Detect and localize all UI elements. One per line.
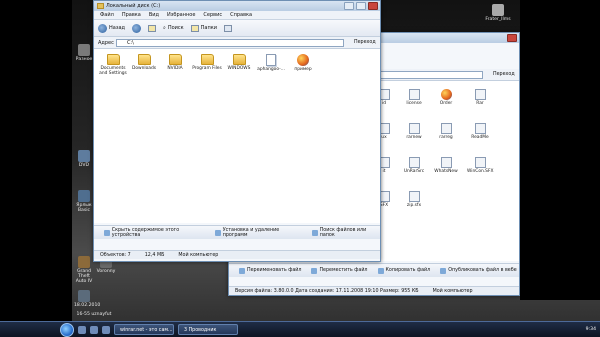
desktop-icon[interactable]: Разное bbox=[74, 44, 94, 62]
folder-icon bbox=[106, 54, 120, 65]
rename-icon bbox=[239, 267, 245, 274]
go-button[interactable]: Переход bbox=[346, 39, 378, 47]
menu-help[interactable]: Справка bbox=[230, 11, 252, 19]
file-item[interactable]: ReadMe bbox=[467, 123, 493, 140]
folder-item[interactable]: Downloads bbox=[129, 54, 159, 71]
task-publish[interactable]: Опубликовать файл в вебе bbox=[440, 267, 517, 274]
maximize-button[interactable] bbox=[356, 2, 366, 10]
file-tasks-bar: Переименовать файл Переместить файл Копи… bbox=[229, 263, 519, 277]
system-tasks-bar: Скрыть содержимое этого устройства Устан… bbox=[94, 225, 380, 239]
file-item[interactable]: rarnew bbox=[401, 123, 427, 140]
minimize-button[interactable] bbox=[344, 2, 354, 10]
hide-icon bbox=[104, 229, 110, 236]
folder-icon bbox=[200, 54, 214, 65]
folder-item[interactable]: Program Files bbox=[192, 54, 222, 71]
folders-icon bbox=[190, 24, 199, 32]
menu-bar: Файл Правка Вид Избранное Сервис Справка bbox=[94, 11, 380, 20]
left-black-bar bbox=[0, 0, 72, 337]
clock: 9:34 bbox=[585, 327, 596, 332]
file-item[interactable]: WinCon.SFX bbox=[467, 157, 494, 174]
quick-launch-icon[interactable] bbox=[78, 325, 86, 334]
menu-file[interactable]: Файл bbox=[100, 11, 114, 19]
folder-item[interactable]: Documents and Settings bbox=[98, 54, 128, 76]
quick-launch-icon[interactable] bbox=[90, 325, 98, 334]
close-button[interactable] bbox=[368, 2, 378, 10]
folder-up-icon bbox=[148, 24, 157, 32]
folder-icon bbox=[137, 54, 151, 65]
task-copy[interactable]: Копировать файл bbox=[377, 267, 430, 274]
file-icon bbox=[266, 54, 276, 66]
task-hide-contents[interactable]: Скрыть содержимое этого устройства bbox=[104, 228, 205, 238]
menu-tools[interactable]: Сервис bbox=[203, 11, 222, 19]
quick-launch-icon[interactable] bbox=[102, 325, 110, 334]
desktop-icon[interactable]: DVD bbox=[74, 150, 94, 168]
address-bar: Адрес C:\ Переход bbox=[94, 37, 380, 49]
file-item[interactable]: Rar bbox=[467, 89, 493, 106]
desktop-icon[interactable]: Ярлык Basic bbox=[74, 190, 94, 213]
menu-favorites[interactable]: Избранное bbox=[167, 11, 195, 19]
go-button[interactable]: Переход bbox=[485, 71, 517, 79]
file-item[interactable]: UnRarSrc bbox=[401, 157, 427, 174]
task-move[interactable]: Переместить файл bbox=[311, 267, 368, 274]
file-item[interactable]: WhatsNew bbox=[433, 157, 459, 174]
folder-icon bbox=[232, 54, 246, 65]
menu-edit[interactable]: Правка bbox=[122, 11, 141, 19]
status-bar: Объектов: 7 12,4 МБ Мой компьютер bbox=[94, 250, 380, 259]
folder-item[interactable]: WINDOWS bbox=[224, 54, 254, 71]
back-arrow-icon bbox=[98, 23, 107, 33]
task-rename[interactable]: Переименовать файл bbox=[239, 267, 301, 274]
desktop-icon[interactable]: 16-55 uznayfut bbox=[74, 312, 114, 317]
front-explorer-window[interactable]: Локальный диск (C:) Файл Правка Вид Избр… bbox=[93, 0, 381, 262]
file-item[interactable]: Order bbox=[433, 89, 459, 106]
folders-button[interactable]: Папки bbox=[190, 24, 217, 32]
task-search[interactable]: Поиск файлов или папок bbox=[311, 228, 380, 238]
file-view[interactable]: Documents and Settings Downloads NVIDIA … bbox=[94, 49, 380, 223]
forward-arrow-icon bbox=[132, 23, 142, 33]
task-add-remove[interactable]: Установка и удаление программ bbox=[214, 228, 302, 238]
views-button[interactable] bbox=[224, 24, 233, 32]
status-bar: Версия файла: 3.80.0.0 Дата создания: 17… bbox=[229, 286, 519, 295]
right-black-bar bbox=[520, 0, 600, 300]
taskbar-app[interactable]: winrar.net - это сам... bbox=[114, 324, 174, 335]
desktop-icon[interactable]: 18.02.2010 bbox=[74, 290, 100, 308]
file-item[interactable]: rarreg bbox=[433, 123, 459, 140]
firefox-icon bbox=[297, 54, 309, 66]
desktop-icon[interactable]: Grand Theft Auto IV bbox=[74, 256, 94, 284]
address-input[interactable]: C:\ bbox=[116, 39, 344, 47]
menu-view[interactable]: Вид bbox=[149, 11, 159, 19]
file-item[interactable]: aphangoo-... bbox=[256, 54, 286, 72]
search-icon: ⌕ bbox=[163, 25, 166, 31]
file-item[interactable]: пример bbox=[288, 54, 318, 72]
toolbar: Назад ⌕ Поиск Папки bbox=[94, 20, 380, 37]
start-button[interactable] bbox=[60, 322, 74, 337]
file-item[interactable]: license bbox=[401, 89, 427, 106]
taskbar: winrar.net - это сам... 3 Проводник 9:34 bbox=[0, 321, 600, 337]
taskbar-app[interactable]: 3 Проводник bbox=[178, 324, 238, 335]
file-item[interactable]: zip.sfx bbox=[401, 191, 427, 208]
back-button[interactable]: Назад bbox=[98, 23, 125, 33]
search-icon bbox=[311, 229, 318, 236]
desktop-icon[interactable]: Frater_Ilms bbox=[478, 4, 518, 22]
forward-button[interactable] bbox=[132, 23, 142, 33]
views-icon bbox=[224, 24, 233, 32]
folder-icon bbox=[97, 3, 104, 9]
up-button[interactable] bbox=[148, 24, 157, 32]
move-icon bbox=[311, 267, 318, 274]
copy-icon bbox=[377, 267, 384, 274]
folder-item[interactable]: NVIDIA bbox=[160, 54, 190, 71]
title-bar[interactable]: Локальный диск (C:) bbox=[94, 1, 380, 11]
close-button[interactable] bbox=[507, 34, 517, 42]
programs-icon bbox=[214, 229, 221, 236]
publish-icon bbox=[440, 267, 447, 274]
folder-icon bbox=[168, 54, 182, 65]
search-button[interactable]: ⌕ Поиск bbox=[163, 25, 184, 31]
